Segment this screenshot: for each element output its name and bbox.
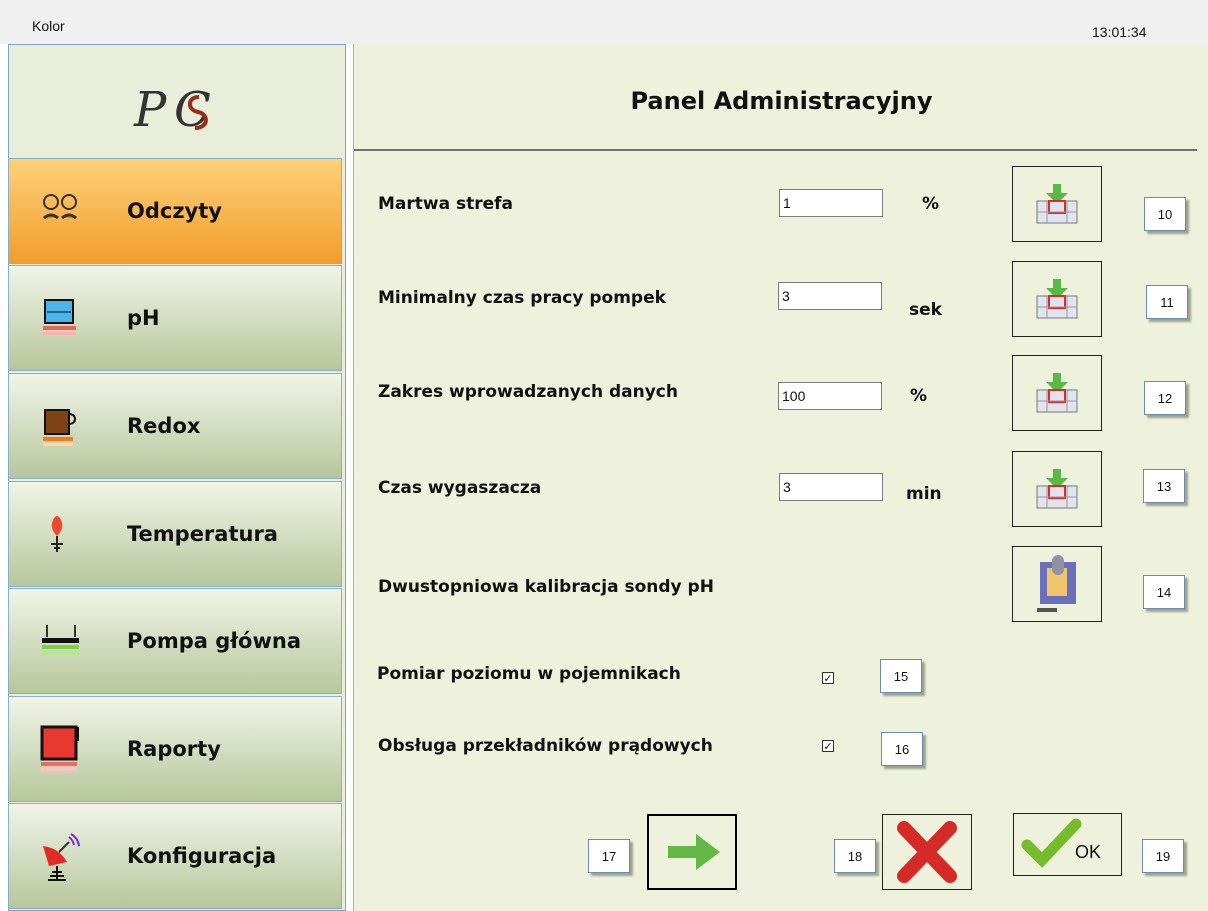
unit-label: sek — [909, 300, 942, 320]
unit-label: % — [910, 386, 928, 406]
keyboard-button[interactable] — [1012, 451, 1102, 527]
sidebar-item-ph[interactable]: pH — [8, 265, 342, 371]
pump-time-input[interactable] — [778, 282, 882, 310]
pcs-logo: P C — [133, 82, 211, 138]
sidebar-item-label: Temperatura — [127, 522, 278, 546]
sidebar-item-label: Raporty — [127, 737, 221, 761]
sidebar-item-label: pH — [127, 306, 160, 330]
thermometer-icon — [51, 516, 63, 552]
title-divider — [354, 149, 1197, 151]
unit-label: % — [922, 194, 940, 214]
marker-box: 16 — [881, 732, 923, 766]
sidebar-item-pompa-glowna[interactable]: Pompa główna — [8, 588, 342, 694]
satellite-icon — [43, 833, 80, 881]
keyboard-button[interactable] — [1012, 355, 1102, 431]
sidebar-item-raporty[interactable]: Raporty — [8, 696, 342, 802]
current-transformer-checkbox[interactable]: ✓ — [822, 740, 834, 753]
sidebar-item-label: Konfiguracja — [127, 844, 277, 868]
screensaver-input[interactable] — [779, 473, 883, 501]
page-title: Panel Administracyjny — [630, 87, 933, 115]
ok-button[interactable]: OK — [1013, 813, 1122, 876]
window-title: Kolor — [32, 18, 65, 34]
setting-label-screensaver: Czas wygaszacza — [378, 478, 542, 498]
sidebar-item-label: Pompa główna — [127, 629, 301, 653]
main-panel: Panel Administracyjny Martwa strefa % 10… — [353, 44, 1208, 911]
logo-area: P C — [9, 45, 345, 159]
arrow-right-icon — [668, 834, 720, 870]
level-measure-checkbox[interactable]: ✓ — [822, 672, 834, 685]
marker-box: 10 — [1144, 197, 1186, 231]
report-icon — [40, 725, 79, 771]
sidebar-item-label: Odczyty — [127, 199, 222, 223]
keyboard-download-icon — [1036, 469, 1078, 509]
next-button[interactable] — [647, 814, 737, 890]
deadband-input[interactable] — [779, 189, 883, 217]
keyboard-download-icon — [1036, 279, 1078, 319]
marker-box: 13 — [1143, 469, 1185, 503]
marker-box: 12 — [1144, 381, 1186, 415]
checkbox-label-level: Pomiar poziomu w pojemnikach — [377, 664, 681, 684]
mug-icon — [43, 409, 76, 446]
unit-label: min — [906, 484, 942, 504]
checkbox-label-transformers: Obsługa przekładników prądowych — [378, 736, 713, 756]
setting-label-pump-time: Minimalny czas pracy pompek — [378, 288, 666, 308]
keyboard-download-icon — [1036, 184, 1078, 224]
marker-box: 11 — [1146, 285, 1188, 319]
sidebar-item-temperatura[interactable]: Temperatura — [8, 481, 342, 587]
sidebar-item-redox[interactable]: Redox — [8, 373, 342, 479]
cancel-button[interactable] — [882, 814, 972, 890]
marker-box: 17 — [588, 839, 630, 873]
ok-label: OK — [1075, 842, 1102, 862]
keyboard-button[interactable] — [1012, 261, 1102, 337]
setting-label-deadband: Martwa strefa — [378, 194, 514, 214]
setting-label-data-range: Zakres wprowadzanych danych — [378, 382, 678, 402]
data-range-input[interactable] — [778, 382, 882, 410]
calibration-button[interactable] — [1012, 546, 1102, 622]
pump-icon — [42, 625, 79, 655]
marker-box: 19 — [1142, 839, 1184, 873]
marker-box: 14 — [1143, 575, 1185, 609]
keyboard-button[interactable] — [1012, 166, 1102, 242]
svg-text:P: P — [133, 82, 167, 138]
keyboard-download-icon — [1036, 373, 1078, 413]
title-bar: Kolor 13:01:34 — [0, 0, 1208, 44]
clock: 13:01:34 — [1092, 24, 1147, 40]
sidebar-item-konfiguracja[interactable]: Konfiguracja — [8, 803, 342, 909]
sidebar-item-label: Redox — [127, 414, 201, 438]
beaker-icon — [43, 299, 76, 335]
calibration-label: Dwustopniowa kalibracja sondy pH — [378, 577, 714, 597]
clamp-box-icon — [1037, 555, 1076, 612]
close-icon — [897, 821, 957, 883]
marker-box: 15 — [880, 659, 922, 693]
sidebar-item-odczyty[interactable]: Odczyty — [8, 158, 342, 264]
glasses-icon — [43, 194, 77, 220]
marker-box: 18 — [834, 839, 876, 873]
